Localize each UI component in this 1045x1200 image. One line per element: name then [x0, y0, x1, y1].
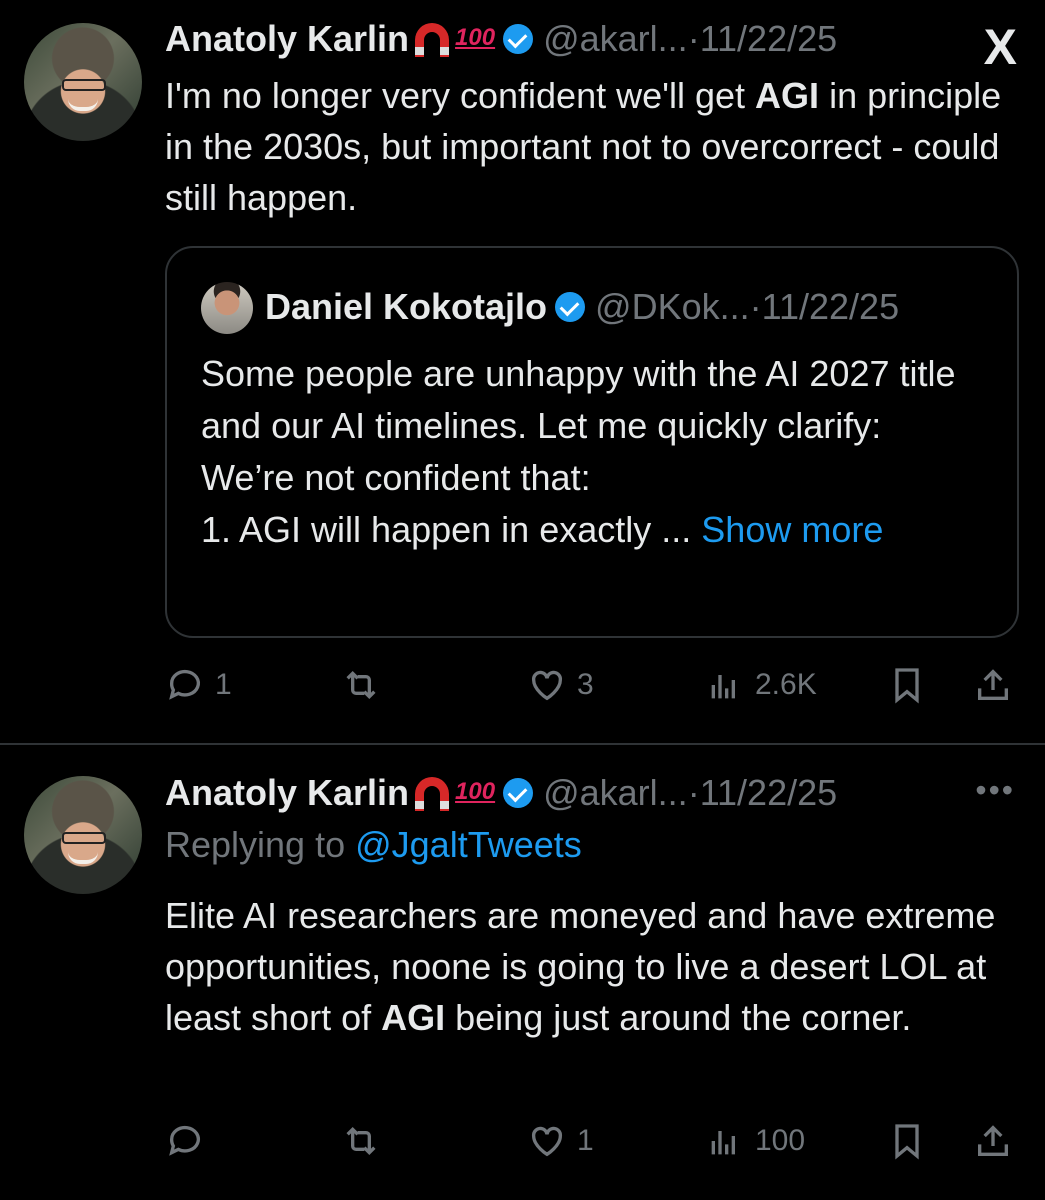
verified-badge-icon	[503, 778, 534, 808]
bookmark-button[interactable]	[887, 1116, 927, 1166]
avatar[interactable]	[24, 776, 142, 894]
tweet-divider	[0, 743, 1045, 745]
tweet-header: Anatoly Karlin 100 @akarl...·11/22/25	[165, 18, 837, 62]
glasses-graphic	[62, 832, 106, 844]
quoted-header: Daniel Kokotajlo @DKok...·11/22/25	[265, 286, 899, 328]
replying-to: Replying to @JgaltTweets	[165, 824, 582, 866]
magnet-emoji-icon	[415, 777, 450, 811]
quoted-author-handle: @DKok...	[595, 286, 750, 327]
like-count: 1	[577, 1124, 594, 1157]
share-button[interactable]	[973, 1116, 1013, 1166]
quoted-tweet[interactable]: Daniel Kokotajlo @DKok...·11/22/25 Some p…	[165, 246, 1019, 638]
quoted-avatar	[201, 282, 253, 334]
verified-badge-icon	[503, 24, 534, 54]
quoted-text-line: Some people are unhappy with the AI 2027…	[201, 353, 956, 446]
like-count: 3	[577, 668, 594, 701]
tweet-text-part: I'm no longer very confident we'll get	[165, 75, 756, 116]
separator-dot: ·	[749, 286, 762, 327]
views-icon	[711, 1131, 735, 1155]
retweet-icon	[346, 1126, 376, 1156]
author-handle[interactable]: @akarl...	[543, 18, 688, 59]
reply-icon	[169, 1125, 200, 1156]
share-button[interactable]	[973, 660, 1013, 710]
bookmark-button[interactable]	[887, 660, 927, 710]
quoted-text-truncated: 1. AGI will happen in exactly ...	[201, 509, 692, 550]
author-name[interactable]: Anatoly Karlin	[165, 18, 409, 59]
tweet-text: I'm no longer very confident we'll get A…	[165, 70, 1005, 223]
separator-dot: ·	[687, 772, 700, 813]
hundred-emoji-icon: 100	[455, 778, 496, 805]
retweet-icon	[346, 670, 376, 700]
quoted-text-line: We’re not confident that:	[201, 457, 591, 498]
tweet-text-bold: AGI	[755, 75, 820, 116]
author-handle[interactable]: @akarl...	[543, 772, 688, 813]
quoted-text-line: 1. AGI will happen in exactly ... Show m…	[201, 504, 991, 556]
author-name[interactable]: Anatoly Karlin	[165, 772, 409, 813]
tweet-text-part: Elite AI researchers are moneyed and hav…	[165, 895, 996, 1038]
avatar[interactable]	[24, 23, 142, 141]
tweet-text: Elite AI researchers are moneyed and hav…	[165, 890, 1005, 1043]
share-icon	[978, 1125, 1008, 1156]
replying-to-mention[interactable]: @JgaltTweets	[355, 824, 582, 865]
smile-graphic	[68, 99, 98, 111]
action-bar: 1 100	[165, 1116, 1025, 1166]
hundred-emoji-icon: 100	[455, 24, 496, 51]
retweet-button[interactable]	[341, 660, 391, 710]
verified-badge-icon	[555, 292, 586, 322]
like-button[interactable]: 3	[527, 660, 594, 710]
reply-count: 1	[215, 668, 232, 701]
action-bar: 1 3 2.6K	[165, 660, 1025, 710]
reply-button[interactable]: 1	[165, 660, 232, 710]
smile-graphic	[68, 852, 98, 864]
like-button[interactable]: 1	[527, 1116, 594, 1166]
show-more-link[interactable]: Show more	[701, 509, 883, 550]
bookmark-icon	[895, 668, 919, 704]
views-count: 2.6K	[755, 668, 817, 701]
replying-to-label: Replying to	[165, 824, 356, 865]
quoted-date: 11/22/25	[761, 286, 900, 327]
retweet-button[interactable]	[341, 1116, 391, 1166]
x-logo-icon: X	[983, 19, 1017, 75]
views-button[interactable]: 100	[705, 1116, 805, 1166]
heart-icon	[531, 1126, 563, 1157]
glasses-graphic	[62, 79, 106, 91]
tweet-1[interactable]: Anatoly Karlin 100 @akarl...·11/22/25 X I'…	[0, 0, 1045, 744]
views-count: 100	[755, 1124, 806, 1157]
reply-button[interactable]	[165, 1116, 215, 1166]
quoted-text: Some people are unhappy with the AI 2027…	[201, 348, 991, 556]
heart-icon	[531, 670, 563, 701]
separator-dot: ·	[687, 18, 700, 59]
tweet-date[interactable]: 11/22/25	[700, 18, 837, 59]
quoted-author-name: Daniel Kokotajlo	[265, 286, 548, 327]
tweet-date[interactable]: 11/22/25	[700, 772, 837, 813]
share-icon	[978, 669, 1008, 700]
views-button[interactable]: 2.6K	[705, 660, 817, 710]
tweet-header: Anatoly Karlin 100 @akarl...·11/22/25	[165, 772, 837, 816]
tweet-text-bold: AGI	[381, 997, 446, 1038]
bookmark-icon	[895, 1124, 919, 1160]
reply-icon	[169, 669, 200, 700]
magnet-emoji-icon	[415, 23, 450, 57]
tweet-text-part: being just around the corner.	[445, 997, 912, 1038]
more-options-icon[interactable]: •••	[975, 772, 1015, 809]
views-icon	[711, 675, 735, 699]
